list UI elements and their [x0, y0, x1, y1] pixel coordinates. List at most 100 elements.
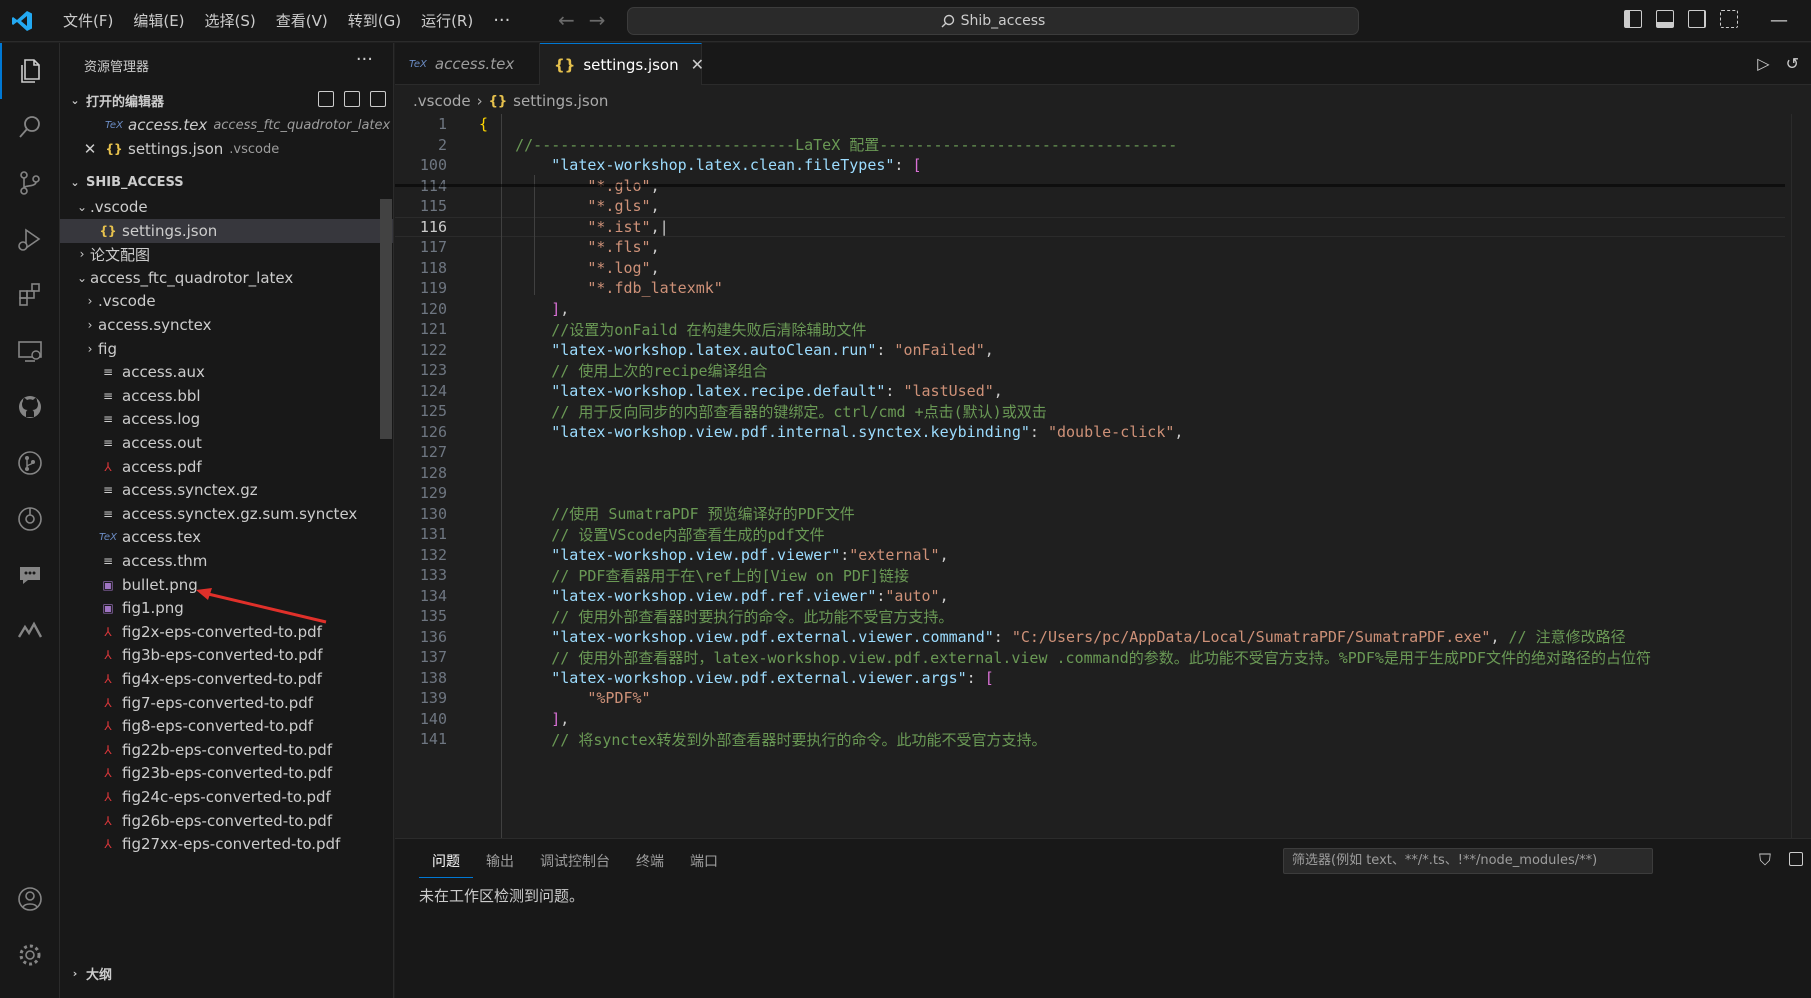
- tree-item[interactable]: ≡ access.log: [60, 407, 393, 431]
- panel-tab[interactable]: 问题: [419, 849, 473, 878]
- code-line[interactable]: 135 // 使用外部查看器时要执行的命令。此功能不受官方支持。: [395, 606, 1785, 627]
- account-icon[interactable]: [0, 871, 60, 927]
- code-line[interactable]: 132 "latex-workshop.view.pdf.viewer":"ex…: [395, 545, 1785, 566]
- tree-item[interactable]: ⅄ fig4x-eps-converted-to.pdf: [60, 667, 393, 691]
- tree-item[interactable]: ≡ access.thm: [60, 549, 393, 573]
- code-line[interactable]: 119 "*.fdb_latexmk": [395, 278, 1785, 299]
- tree-item[interactable]: ⌄ .vscode: [60, 195, 393, 219]
- extensions-icon[interactable]: [0, 267, 60, 323]
- tree-item[interactable]: ⅄ fig27xx-eps-converted-to.pdf: [60, 832, 393, 856]
- code-line[interactable]: 100 "latex-workshop.latex.clean.fileType…: [395, 155, 1785, 176]
- latex-workshop-icon[interactable]: [0, 603, 60, 659]
- code-line[interactable]: 129: [395, 483, 1785, 504]
- code-line[interactable]: 121 //设置为onFaild 在构建失败后清除辅助文件: [395, 319, 1785, 340]
- customize-layout-icon[interactable]: [1720, 10, 1738, 28]
- save-all-icon[interactable]: [344, 91, 360, 107]
- copy-icon[interactable]: [1789, 852, 1803, 866]
- code-line[interactable]: 130 //使用 SumatraPDF 预览编译好的PDF文件: [395, 504, 1785, 525]
- code-line[interactable]: 115 "*.gls",: [395, 196, 1785, 217]
- tree-item[interactable]: ≡ access.synctex.gz.sum.synctex: [60, 502, 393, 526]
- tree-item[interactable]: {} settings.json: [60, 218, 393, 243]
- menu-item[interactable]: 查看(V): [266, 6, 338, 36]
- workspace-header[interactable]: ⌄ SHIB_ACCESS: [60, 169, 393, 195]
- close-all-icon[interactable]: [370, 91, 386, 107]
- problems-filter-input[interactable]: 筛选器(例如 text、**/*.ts、!**/node_modules/**): [1283, 848, 1653, 874]
- filter-icon[interactable]: ⛉: [1759, 850, 1771, 870]
- tree-item[interactable]: › fig: [60, 337, 393, 361]
- panel-tab[interactable]: 终端: [623, 849, 677, 878]
- tree-item[interactable]: TeX access.tex: [60, 525, 393, 549]
- panel-tab[interactable]: 输出: [473, 849, 527, 878]
- outline-header[interactable]: › 大纲: [60, 960, 393, 986]
- code-line[interactable]: 120 ],: [395, 299, 1785, 320]
- git-graph-icon[interactable]: [0, 435, 60, 491]
- menu-item[interactable]: 选择(S): [195, 6, 266, 36]
- open-editors-header[interactable]: ⌄ 打开的编辑器: [60, 87, 393, 113]
- code-line[interactable]: 118 "*.log",: [395, 258, 1785, 279]
- run-icon[interactable]: ▷: [1757, 54, 1769, 73]
- github-icon[interactable]: [0, 379, 60, 435]
- history-icon[interactable]: ↺: [1786, 54, 1799, 73]
- tree-item[interactable]: ≡ access.aux: [60, 360, 393, 384]
- timeline-icon[interactable]: [0, 491, 60, 547]
- tree-item[interactable]: ⅄ fig7-eps-converted-to.pdf: [60, 691, 393, 715]
- remote-explorer-icon[interactable]: [0, 323, 60, 379]
- back-arrow-icon[interactable]: ←: [558, 8, 575, 32]
- code-line[interactable]: 141 // 将synctex转发到外部查看器时要执行的命令。此功能不受官方支持…: [395, 729, 1785, 750]
- more-menu-icon[interactable]: ···: [483, 6, 520, 36]
- code-line[interactable]: 122 "latex-workshop.latex.autoClean.run"…: [395, 340, 1785, 361]
- code-line[interactable]: 133 // PDF查看器用于在\ref上的[View on PDF]链接: [395, 565, 1785, 586]
- tree-item[interactable]: ⅄ fig24c-eps-converted-to.pdf: [60, 785, 393, 809]
- tree-item[interactable]: ≡ access.bbl: [60, 384, 393, 408]
- tree-item[interactable]: › 论文配图: [60, 242, 393, 266]
- code-line[interactable]: 117 "*.fls",: [395, 237, 1785, 258]
- open-editor-item[interactable]: TeX access.tex access_ftc_quadrotor_latex: [60, 113, 393, 137]
- menu-item[interactable]: 运行(R): [411, 6, 483, 36]
- close-editor-icon[interactable]: ✕: [82, 140, 98, 158]
- sidebar-more-actions[interactable]: ···: [356, 49, 373, 70]
- menu-item[interactable]: 文件(F): [53, 6, 123, 36]
- explorer-icon[interactable]: [0, 43, 60, 99]
- tree-item[interactable]: ⅄ fig23b-eps-converted-to.pdf: [60, 761, 393, 785]
- code-editor[interactable]: 1{2 //-----------------------------LaTeX…: [395, 114, 1811, 838]
- menu-item[interactable]: 编辑(E): [123, 6, 194, 36]
- open-editor-item[interactable]: ✕ {} settings.json .vscode: [60, 137, 393, 161]
- search-icon[interactable]: [0, 99, 60, 155]
- code-line[interactable]: 137 // 使用外部查看器时，latex-workshop.view.pdf.…: [395, 647, 1785, 668]
- panel-tab[interactable]: 调试控制台: [527, 849, 623, 878]
- forward-arrow-icon[interactable]: →: [589, 8, 606, 32]
- tree-item[interactable]: ⅄ fig8-eps-converted-to.pdf: [60, 714, 393, 738]
- source-control-icon[interactable]: [0, 155, 60, 211]
- command-center-search[interactable]: Shib_access: [627, 7, 1359, 35]
- close-tab-icon[interactable]: ✕: [691, 55, 704, 74]
- menu-item[interactable]: 转到(G): [338, 6, 411, 36]
- new-untitled-file-icon[interactable]: [318, 91, 334, 107]
- tree-item[interactable]: ⅄ fig22b-eps-converted-to.pdf: [60, 738, 393, 762]
- code-line[interactable]: 2 //-----------------------------LaTeX 配…: [395, 134, 1785, 155]
- minimize-button[interactable]: —: [1770, 10, 1788, 31]
- tree-item[interactable]: › access.synctex: [60, 313, 393, 337]
- tree-item[interactable]: ≡ access.out: [60, 431, 393, 455]
- code-line[interactable]: 140 ],: [395, 709, 1785, 730]
- manage-gear-icon[interactable]: [0, 927, 60, 983]
- tree-item[interactable]: ⅄ fig3b-eps-converted-to.pdf: [60, 643, 393, 667]
- code-line[interactable]: 139 "%PDF%": [395, 688, 1785, 709]
- code-line[interactable]: 124 "latex-workshop.latex.recipe.default…: [395, 381, 1785, 402]
- code-line[interactable]: 138 "latex-workshop.view.pdf.external.vi…: [395, 668, 1785, 689]
- tree-item[interactable]: › .vscode: [60, 289, 393, 313]
- code-line[interactable]: 127: [395, 442, 1785, 463]
- code-line[interactable]: 1{: [395, 114, 1785, 135]
- toggle-panel-icon[interactable]: [1656, 10, 1674, 28]
- code-line[interactable]: 125 // 用于反向同步的内部查看器的键绑定。ctrl/cmd +点击(默认)…: [395, 401, 1785, 422]
- tab-access-tex[interactable]: TeX access.tex: [395, 43, 540, 85]
- breadcrumb-folder[interactable]: .vscode: [413, 92, 471, 110]
- toggle-primary-sidebar-icon[interactable]: [1624, 10, 1642, 28]
- tree-item[interactable]: ⌄ access_ftc_quadrotor_latex: [60, 266, 393, 290]
- code-line[interactable]: 134 "latex-workshop.view.pdf.ref.viewer"…: [395, 586, 1785, 607]
- chat-icon[interactable]: [0, 547, 60, 603]
- code-line[interactable]: 128: [395, 463, 1785, 484]
- code-line[interactable]: 116 "*.ist",|: [395, 216, 1785, 237]
- code-line[interactable]: 126 "latex-workshop.view.pdf.internal.sy…: [395, 422, 1785, 443]
- toggle-secondary-sidebar-icon[interactable]: [1688, 10, 1706, 28]
- code-line[interactable]: 131 // 设置VScode内部查看生成的pdf文件: [395, 524, 1785, 545]
